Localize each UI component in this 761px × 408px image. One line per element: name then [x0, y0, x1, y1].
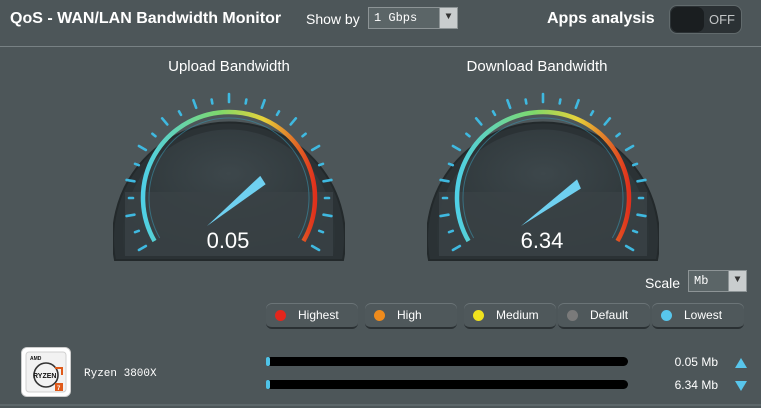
show-by-label: Show by	[306, 11, 360, 27]
gauge-tick	[447, 162, 455, 167]
download-gauge-value: 6.34	[520, 228, 564, 253]
upload-gauge-title: Upload Bandwidth	[168, 58, 290, 75]
upload-arrow-icon	[735, 358, 747, 368]
gauge-tick	[558, 98, 562, 105]
gauge-tick	[289, 117, 298, 126]
download-rate-unit: Mb	[701, 378, 718, 392]
gauge-tick	[574, 98, 580, 110]
download-rate-value: 6.34	[674, 378, 698, 392]
gauge-tick	[524, 98, 528, 105]
gauge-tick	[275, 110, 281, 117]
priority-dot-icon	[661, 310, 672, 321]
gauge-tick	[439, 178, 450, 183]
gauge-tick	[310, 144, 321, 152]
gauge-tick	[506, 98, 512, 110]
legend-item-lowest: Lowest	[652, 303, 744, 329]
download-traffic-fill	[266, 380, 270, 389]
priority-dot-icon	[374, 310, 385, 321]
gauge-tick	[137, 144, 148, 152]
download-rate: 6.34 Mb	[675, 378, 718, 392]
apps-analysis-toggle[interactable]: OFF	[669, 5, 742, 34]
gauge-tick	[615, 132, 621, 138]
legend-label: Highest	[298, 308, 339, 322]
chevron-down-icon[interactable]: ▼	[728, 271, 746, 291]
show-by-select[interactable]: 1 Gbps ▼	[368, 7, 458, 29]
gauge-tick	[317, 162, 325, 167]
gauge-tick	[451, 144, 462, 152]
gauge-tick	[160, 117, 169, 126]
gauge-tick	[636, 213, 647, 218]
legend-item-highest: Highest	[266, 303, 358, 329]
gauge-tick	[210, 98, 214, 105]
scale-value: Mb	[694, 274, 709, 288]
apps-analysis-label: Apps analysis	[547, 10, 655, 27]
show-by-value: 1 Gbps	[374, 11, 418, 25]
svg-text:RYZEN: RYZEN	[33, 373, 56, 380]
download-traffic-bar	[266, 380, 628, 389]
gauge-tick	[491, 110, 497, 117]
gauge-tick	[631, 162, 639, 167]
toggle-state-label: OFF	[709, 12, 735, 27]
scale-label: Scale	[645, 275, 681, 291]
upload-rate: 0.05 Mb	[675, 355, 718, 369]
gauge-tick	[322, 213, 333, 218]
priority-dot-icon	[275, 310, 286, 321]
gauge-tick	[439, 213, 450, 218]
ryzen-logo-icon: AMD RYZEN 7	[22, 348, 70, 396]
header-divider	[0, 46, 761, 47]
gauge-tick	[589, 110, 595, 117]
gauge-tick	[636, 178, 647, 183]
toggle-knob	[671, 7, 704, 32]
legend-label: High	[397, 308, 422, 322]
legend-label: Default	[590, 308, 629, 322]
legend-item-default: Default	[558, 303, 650, 329]
upload-traffic-bar	[266, 357, 628, 366]
upload-rate-value: 0.05	[674, 355, 698, 369]
legend-label: Medium	[496, 308, 539, 322]
gauge-tick	[133, 162, 141, 167]
gauge-tick	[125, 213, 136, 218]
legend-item-medium: Medium	[464, 303, 556, 329]
header-bar: QoS - WAN/LAN Bandwidth Monitor Show by …	[0, 0, 761, 40]
chevron-down-icon[interactable]: ▼	[439, 8, 457, 28]
bottom-divider	[0, 404, 761, 406]
svg-text:AMD: AMD	[30, 356, 42, 362]
gauge-tick	[322, 178, 333, 183]
upload-traffic-fill	[266, 357, 270, 366]
gauge-tick	[125, 178, 136, 183]
page-title: QoS - WAN/LAN Bandwidth Monitor	[10, 10, 282, 27]
gauge-tick	[301, 132, 307, 138]
gauge-tick	[603, 117, 612, 126]
gauge-tick	[151, 132, 157, 138]
gauge-tick	[474, 117, 483, 126]
priority-dot-icon	[567, 310, 578, 321]
scale-select[interactable]: Mb ▼	[688, 270, 747, 292]
gauge-tick	[465, 132, 471, 138]
priority-dot-icon	[473, 310, 484, 321]
gauge-tick	[260, 98, 266, 110]
legend-item-high: High	[365, 303, 457, 329]
gauge-tick	[177, 110, 183, 117]
legend-label: Lowest	[684, 308, 723, 322]
download-arrow-icon	[735, 381, 747, 391]
gauge-tick	[624, 144, 635, 152]
upload-rate-unit: Mb	[701, 355, 718, 369]
upload-gauge-value: 0.05	[206, 228, 250, 253]
gauge-tick	[192, 98, 198, 110]
download-gauge-title: Download Bandwidth	[466, 58, 608, 75]
cpu-logo: AMD RYZEN 7	[21, 347, 71, 397]
device-name: Ryzen 3800X	[84, 368, 157, 380]
gauge-tick	[244, 98, 248, 105]
